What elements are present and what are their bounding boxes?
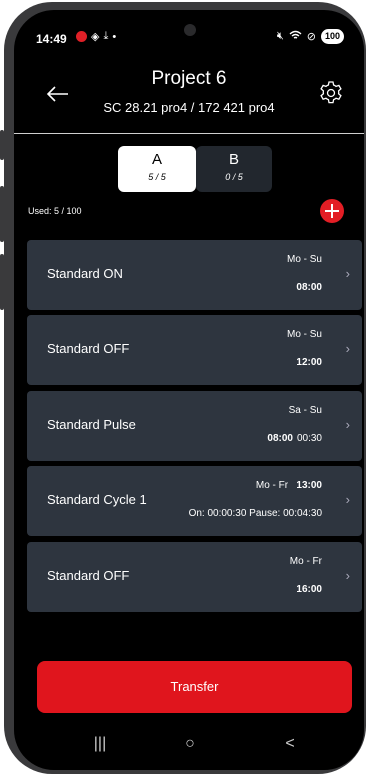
page-subtitle: SC 28.21 pro4 / 172 421 pro4 xyxy=(103,100,275,115)
program-card[interactable]: Standard Cycle 1 Mo - Fr 13:00 On: 00:00… xyxy=(27,466,362,536)
program-days: Mo - Fr xyxy=(255,480,289,491)
tab-letter: A xyxy=(151,151,162,168)
tab-count: 0 / 5 xyxy=(225,172,243,182)
status-bar: 14:49 ◈ ⤓ • 🔇︎ ⊘ 100 xyxy=(14,10,364,54)
transfer-button[interactable]: Transfer xyxy=(37,661,352,713)
wifi-icon xyxy=(289,30,302,44)
recents-button[interactable]: ||| xyxy=(80,729,120,759)
chevron-right-icon: › xyxy=(345,568,350,583)
program-name: Standard Pulse xyxy=(47,417,136,432)
used-counter: Used: 5 / 100 xyxy=(28,206,82,216)
phone-side-button xyxy=(0,254,4,310)
program-name: Standard Cycle 1 xyxy=(47,492,147,507)
program-time: 08:00 00:30 xyxy=(267,433,322,444)
phone-side-button xyxy=(0,130,4,160)
app-notification-icon xyxy=(76,31,87,42)
gear-icon xyxy=(320,81,342,104)
tab-channel-a[interactable]: A 5 / 5 xyxy=(118,146,196,192)
program-name: Standard OFF xyxy=(47,341,130,356)
program-detail: On: 00:00:30 Pause: 00:04:30 xyxy=(188,508,322,519)
download-icon: ⤓ xyxy=(103,30,109,42)
program-card[interactable]: Standard OFF Mo - Fr 16:00 › xyxy=(27,542,362,612)
chevron-right-icon: › xyxy=(345,266,350,281)
battery-indicator: 100 xyxy=(320,29,344,44)
program-name: Standard OFF xyxy=(47,568,130,583)
program-time-value: 08:00 xyxy=(267,433,293,444)
status-icons-left: ◈ ⤓ • xyxy=(76,30,116,43)
home-button[interactable]: ○ xyxy=(170,729,210,759)
program-days: Mo - Su xyxy=(286,254,322,265)
program-days: Mo - Su xyxy=(286,329,322,340)
status-time: 14:49 xyxy=(36,32,67,46)
settings-button[interactable] xyxy=(318,80,344,106)
program-days-time: Mo - Fr 13:00 xyxy=(256,480,322,491)
program-card[interactable]: Standard ON Mo - Su 08:00 › xyxy=(27,240,362,310)
program-card[interactable]: Standard Pulse Sa - Su 08:00 00:30 › xyxy=(27,391,362,461)
tab-letter: B xyxy=(228,151,239,168)
program-time: 13:00 xyxy=(296,480,322,491)
camera-cutout xyxy=(184,24,196,36)
tab-count: 5 / 5 xyxy=(148,172,166,182)
program-name: Standard ON xyxy=(47,266,123,281)
chevron-right-icon: › xyxy=(345,492,350,507)
phone-side-button xyxy=(0,186,4,242)
mute-icon: 🔇︎ xyxy=(276,30,284,42)
chevron-right-icon: › xyxy=(345,341,350,356)
page-title: Project 6 xyxy=(151,68,227,89)
chevron-right-icon: › xyxy=(345,417,350,432)
nfc-icon: ◈ xyxy=(91,31,100,43)
android-nav-bar: ||| ○ < xyxy=(14,725,364,765)
program-days: Sa - Su xyxy=(288,405,322,416)
program-time: 16:00 xyxy=(296,584,322,595)
program-days: Mo - Fr xyxy=(289,556,322,567)
back-nav-button[interactable]: < xyxy=(270,729,310,759)
app-screen: 14:49 ◈ ⤓ • 🔇︎ ⊘ 100 Project 6 SC 28.21 … xyxy=(14,10,364,770)
page-header: Project 6 SC 28.21 pro4 / 172 421 pro4 xyxy=(14,60,364,134)
status-icons-right: 🔇︎ ⊘ 100 xyxy=(277,29,344,44)
tab-channel-b[interactable]: B 0 / 5 xyxy=(196,146,272,192)
phone-frame: 14:49 ◈ ⤓ • 🔇︎ ⊘ 100 Project 6 SC 28.21 … xyxy=(4,2,366,774)
program-time: 08:00 xyxy=(296,282,322,293)
dot-icon: • xyxy=(112,30,117,43)
add-program-button[interactable] xyxy=(320,199,344,223)
program-duration: 00:30 xyxy=(296,433,322,444)
program-card[interactable]: Standard OFF Mo - Su 12:00 › xyxy=(27,315,362,385)
program-time: 12:00 xyxy=(296,357,322,368)
do-not-disturb-icon: ⊘ xyxy=(306,31,316,43)
